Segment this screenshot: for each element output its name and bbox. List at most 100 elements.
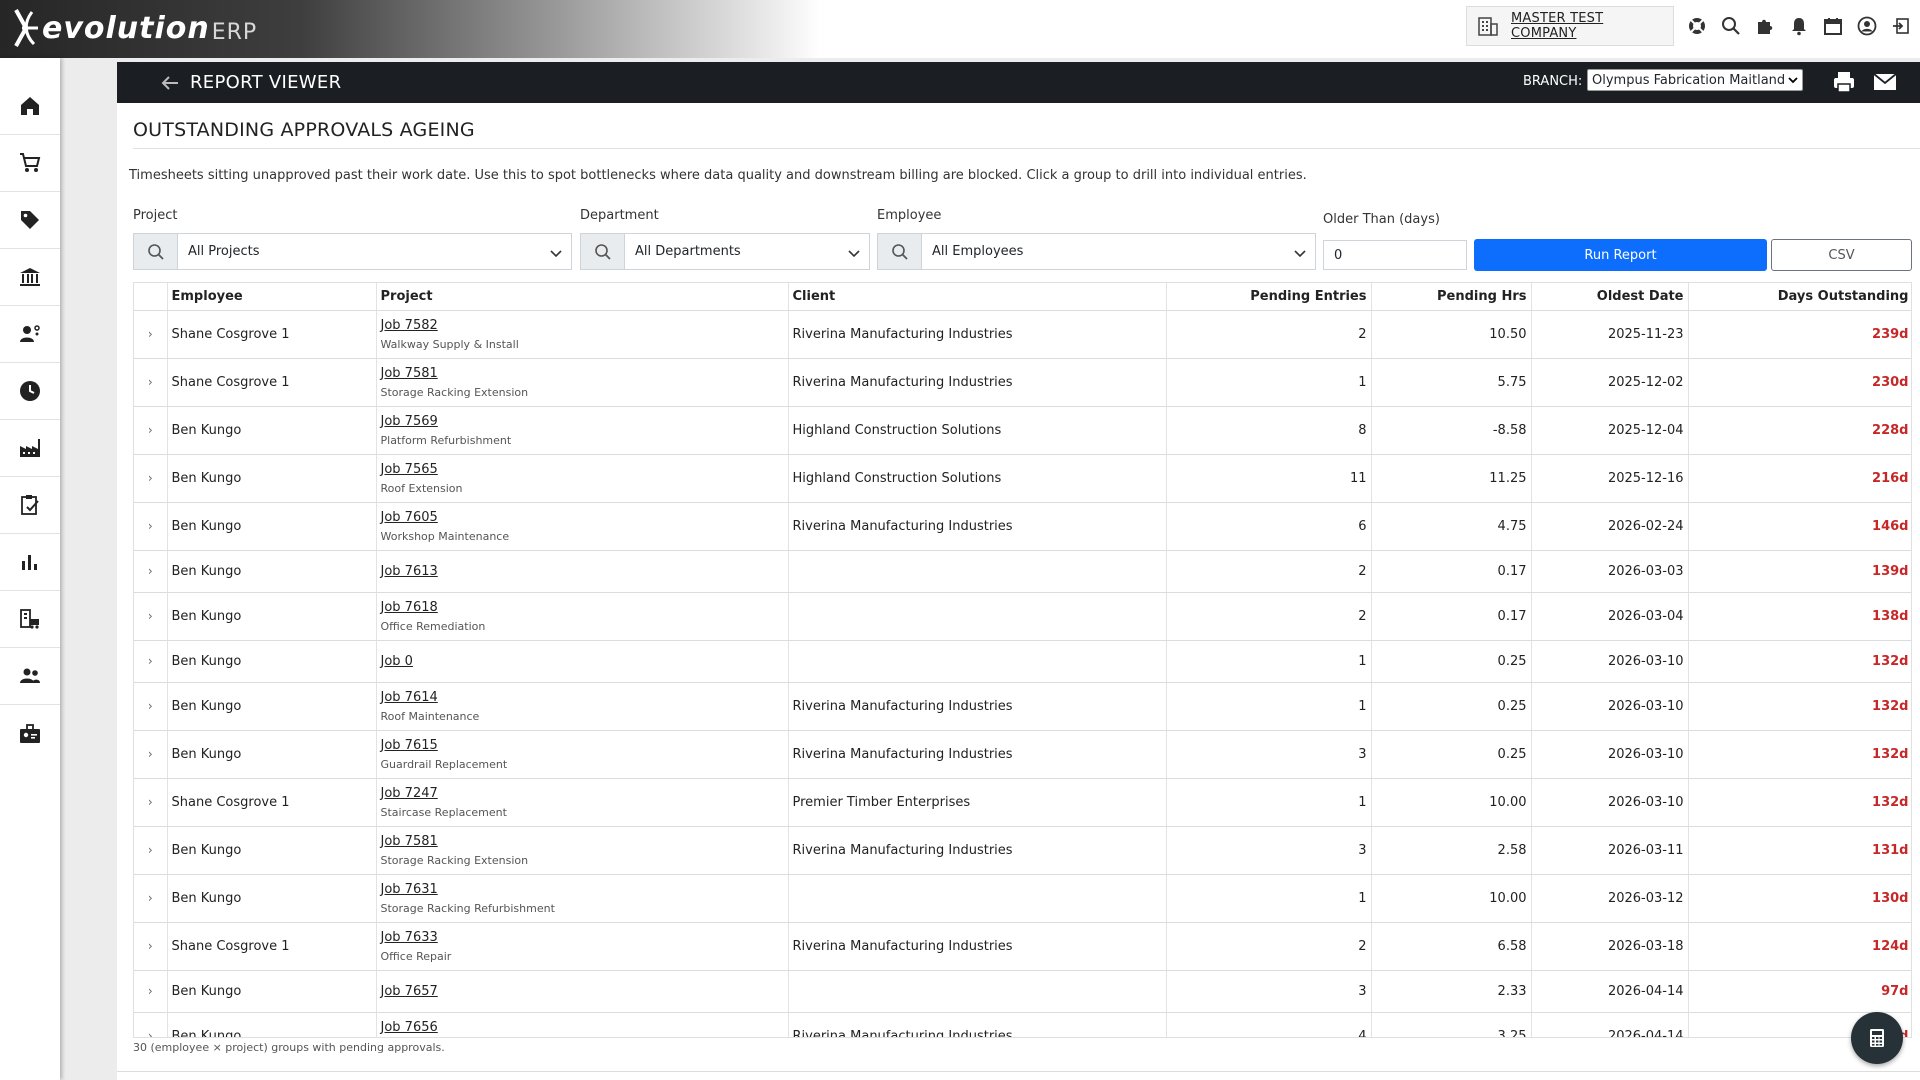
table-row[interactable]: › Shane Cosgrove 1 Job 7581 Storage Racking… [134, 358, 1911, 407]
row-expand-toggle[interactable]: › [134, 874, 168, 923]
calculator-button[interactable] [1851, 1012, 1903, 1064]
job-link[interactable]: Job 7631 [381, 882, 784, 897]
job-link[interactable]: Job 7613 [381, 564, 784, 579]
search-icon[interactable] [1714, 12, 1748, 40]
job-link[interactable]: Job 0 [381, 654, 784, 669]
job-link[interactable]: Job 7247 [381, 786, 784, 801]
job-link[interactable]: Job 7581 [381, 834, 784, 849]
cell-employee: Shane Cosgrove 1 [167, 310, 377, 359]
calendar-icon[interactable] [1816, 12, 1850, 40]
cart-icon [20, 153, 41, 172]
report-table-container[interactable]: Employee Project Client Pending Entries … [133, 282, 1912, 1038]
user-account-icon[interactable] [1850, 12, 1884, 40]
sidebar-item-production[interactable] [0, 420, 60, 477]
row-expand-toggle[interactable]: › [134, 778, 168, 827]
extensions-icon[interactable] [1748, 12, 1782, 40]
table-row[interactable]: › Ben Kungo Job 7631 Storage Racking Refurb… [134, 874, 1911, 923]
row-expand-toggle[interactable]: › [134, 502, 168, 551]
sidebar-item-purchasing[interactable] [0, 135, 60, 192]
row-expand-toggle[interactable]: › [134, 640, 168, 683]
branch-select[interactable]: Olympus Fabrication Maitland [1587, 69, 1803, 91]
row-expand-toggle[interactable]: › [134, 682, 168, 731]
sidebar-item-home[interactable] [0, 78, 60, 135]
job-link[interactable]: Job 7581 [381, 366, 784, 381]
sidebar-item-crm[interactable] [0, 306, 60, 363]
table-row[interactable]: › Ben Kungo Job 0 1 0.25 2026-03-10 132d [134, 640, 1911, 683]
project-filter[interactable]: All Projects [133, 233, 572, 270]
cell-pending-entries: 2 [1166, 310, 1372, 359]
table-row[interactable]: › Ben KungoJob 7656Roof RenovationRiverin… [134, 1012, 1911, 1037]
cell-project: Job 7581 Storage Racking Extension [376, 358, 789, 407]
sidebar-item-reports[interactable] [0, 534, 60, 591]
cell-pending-entries: 2 [1166, 922, 1372, 971]
table-row[interactable]: › Shane Cosgrove 1 Job 7582 Walkway Supply … [134, 310, 1911, 359]
column-header-days-outstanding[interactable]: Days Outstanding [1688, 283, 1911, 311]
logout-icon[interactable] [1884, 12, 1918, 40]
sidebar-item-hr[interactable] [0, 705, 60, 762]
job-link[interactable]: Job 7614 [381, 690, 784, 705]
job-link[interactable]: Job 7633 [381, 930, 784, 945]
sidebar-item-tasks[interactable] [0, 477, 60, 534]
department-filter-value: All Departments [635, 244, 741, 259]
chevron-right-icon: › [147, 939, 153, 953]
row-expand-toggle[interactable]: › [134, 826, 168, 875]
job-link[interactable]: Job 7615 [381, 738, 784, 753]
table-row[interactable]: › Ben Kungo Job 7605 Workshop Maintenance Ri… [134, 502, 1911, 551]
table-row[interactable]: › Ben Kungo Job 7581 Storage Racking Extens… [134, 826, 1911, 875]
older-than-input[interactable]: 0 [1323, 240, 1467, 270]
row-expand-toggle[interactable]: › [134, 922, 168, 971]
home-icon [21, 97, 39, 115]
row-expand-toggle[interactable]: › [134, 406, 168, 455]
column-header-project[interactable]: Project [376, 283, 789, 311]
row-expand-toggle[interactable]: › [134, 550, 168, 593]
table-row[interactable]: › Ben Kungo Job 7614 Roof Maintenance Riveri… [134, 682, 1911, 731]
department-filter[interactable]: All Departments [580, 233, 870, 270]
table-row[interactable]: › Shane Cosgrove 1 Job 7247 Staircase Repla… [134, 778, 1911, 827]
column-header-pending-hrs[interactable]: Pending Hrs [1371, 283, 1532, 311]
table-row[interactable]: › Ben Kungo Job 7615 Guardrail Replacement R… [134, 730, 1911, 779]
chevron-down-icon [550, 250, 562, 258]
row-expand-toggle[interactable]: › [134, 358, 168, 407]
column-header-client[interactable]: Client [788, 283, 1167, 311]
sidebar-item-timesheets[interactable] [0, 363, 60, 420]
employee-filter[interactable]: All Employees [877, 233, 1316, 270]
back-arrow-icon[interactable] [158, 71, 182, 95]
email-icon[interactable] [1872, 70, 1898, 94]
cell-oldest-date: 2026-03-10 [1531, 682, 1689, 731]
brand-logo[interactable]: evolution ERP [12, 6, 257, 50]
job-link[interactable]: Job 7618 [381, 600, 784, 615]
run-report-button[interactable]: Run Report [1474, 239, 1767, 271]
job-link[interactable]: Job 7565 [381, 462, 784, 477]
sidebar-item-sales[interactable] [0, 192, 60, 249]
column-header-pending-entries[interactable]: Pending Entries [1166, 283, 1372, 311]
notifications-icon[interactable] [1782, 12, 1816, 40]
row-expand-toggle[interactable]: › [134, 1012, 168, 1037]
support-icon[interactable] [1680, 12, 1714, 40]
job-link[interactable]: Job 7582 [381, 318, 784, 333]
sidebar-item-finance[interactable] [0, 249, 60, 306]
sidebar-item-contacts[interactable] [0, 648, 60, 705]
job-link[interactable]: Job 7569 [381, 414, 784, 429]
print-icon[interactable] [1831, 70, 1857, 94]
row-expand-toggle[interactable]: › [134, 730, 168, 779]
table-row[interactable]: › Ben Kungo Job 7618 Office Remediation 2 0.1… [134, 592, 1911, 641]
table-row[interactable]: › Shane Cosgrove 1 Job 7633 Office Repair Ri… [134, 922, 1911, 971]
cell-pending-entries: 2 [1166, 550, 1372, 593]
company-selector[interactable]: MASTER TEST COMPANY [1466, 6, 1674, 46]
column-header-oldest-date[interactable]: Oldest Date [1531, 283, 1689, 311]
job-link[interactable]: Job 7657 [381, 984, 784, 999]
job-link[interactable]: Job 7656 [381, 1020, 784, 1035]
sidebar-item-logistics[interactable] [0, 591, 60, 648]
csv-export-button[interactable]: CSV [1771, 239, 1912, 271]
row-expand-toggle[interactable]: › [134, 970, 168, 1013]
row-expand-toggle[interactable]: › [134, 592, 168, 641]
row-expand-toggle[interactable]: › [134, 454, 168, 503]
table-row[interactable]: › Ben Kungo Job 7613 2 0.17 2026-03-03 139d [134, 550, 1911, 593]
row-expand-toggle[interactable]: › [134, 310, 168, 359]
job-link[interactable]: Job 7605 [381, 510, 784, 525]
page-title: OUTSTANDING APPROVALS AGEING [133, 119, 475, 141]
column-header-employee[interactable]: Employee [167, 283, 377, 311]
table-row[interactable]: › Ben Kungo Job 7657 3 2.33 2026-04-14 97d [134, 970, 1911, 1013]
table-row[interactable]: › Ben Kungo Job 7565 Roof Extension Highland… [134, 454, 1911, 503]
table-row[interactable]: › Ben Kungo Job 7569 Platform Refurbishment… [134, 406, 1911, 455]
